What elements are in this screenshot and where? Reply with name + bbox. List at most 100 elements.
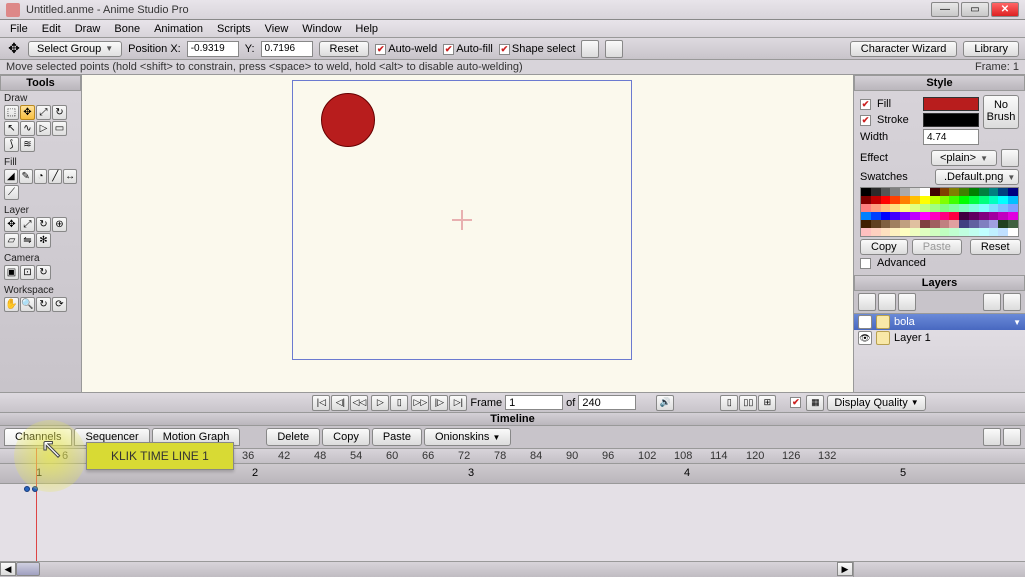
tool-rect[interactable]: ▭ bbox=[52, 121, 67, 136]
menu-scripts[interactable]: Scripts bbox=[211, 21, 257, 37]
step-back-button[interactable]: ◁| bbox=[331, 395, 349, 411]
palette-cell[interactable] bbox=[949, 204, 959, 212]
palette-cell[interactable] bbox=[940, 188, 950, 196]
layer-flip[interactable]: ⇋ bbox=[20, 233, 35, 248]
audio-button[interactable]: 🔊 bbox=[656, 395, 674, 411]
tool-freehand[interactable]: ∿ bbox=[20, 121, 35, 136]
palette-cell[interactable] bbox=[998, 228, 1008, 236]
layer-down[interactable] bbox=[1003, 293, 1021, 311]
palette-cell[interactable] bbox=[969, 212, 979, 220]
option-icon-1[interactable] bbox=[581, 40, 599, 58]
palette-cell[interactable] bbox=[969, 228, 979, 236]
palette-cell[interactable] bbox=[910, 196, 920, 204]
palette-cell[interactable] bbox=[930, 228, 940, 236]
layer-new[interactable] bbox=[858, 293, 876, 311]
timeline-copy-button[interactable]: Copy bbox=[322, 428, 370, 446]
camera-roll[interactable]: ↻ bbox=[36, 265, 51, 280]
timeline-zoom-in[interactable] bbox=[1003, 428, 1021, 446]
tool-hide[interactable]: ⟋ bbox=[4, 185, 19, 200]
timeline-ruler-frames[interactable]: 6121824303642485460667278849096102108114… bbox=[0, 448, 1025, 464]
position-y-input[interactable] bbox=[261, 41, 313, 57]
reset-button[interactable]: Reset bbox=[319, 41, 370, 57]
canvas[interactable] bbox=[82, 75, 853, 392]
menu-help[interactable]: Help bbox=[349, 21, 384, 37]
palette-cell[interactable] bbox=[989, 188, 999, 196]
style-paste-button[interactable]: Paste bbox=[912, 239, 962, 255]
palette-cell[interactable] bbox=[959, 196, 969, 204]
view-mode-1[interactable]: ▯ bbox=[720, 395, 738, 411]
tool-bucket[interactable]: ◔ bbox=[34, 169, 48, 184]
tool-shape[interactable]: ▷ bbox=[36, 121, 51, 136]
palette-cell[interactable] bbox=[871, 228, 881, 236]
layer-rotate[interactable]: ↻ bbox=[36, 217, 51, 232]
tool-eyedrop[interactable]: ✎ bbox=[19, 169, 33, 184]
shape-ball[interactable] bbox=[321, 93, 375, 147]
palette-cell[interactable] bbox=[940, 220, 950, 228]
palette-cell[interactable] bbox=[949, 196, 959, 204]
palette-cell[interactable] bbox=[979, 188, 989, 196]
palette-cell[interactable] bbox=[989, 204, 999, 212]
palette-cell[interactable] bbox=[940, 212, 950, 220]
palette-cell[interactable] bbox=[900, 196, 910, 204]
tool-line[interactable]: ╱ bbox=[48, 169, 62, 184]
palette-cell[interactable] bbox=[900, 220, 910, 228]
palette-cell[interactable] bbox=[920, 188, 930, 196]
swatches-dropdown[interactable]: .Default.png▼ bbox=[935, 169, 1019, 185]
goto-end-button[interactable]: ▷| bbox=[449, 395, 467, 411]
scroll-right-button[interactable]: ▶ bbox=[837, 562, 853, 576]
palette-cell[interactable] bbox=[900, 204, 910, 212]
camera-zoom[interactable]: ⊡ bbox=[20, 265, 35, 280]
palette-cell[interactable] bbox=[949, 188, 959, 196]
auto-weld-checkbox[interactable]: ✔ bbox=[375, 44, 386, 55]
menu-window[interactable]: Window bbox=[296, 21, 347, 37]
palette-cell[interactable] bbox=[910, 188, 920, 196]
palette-cell[interactable] bbox=[969, 220, 979, 228]
display-quality-dropdown[interactable]: Display Quality▼ bbox=[827, 395, 925, 411]
keyframe[interactable] bbox=[32, 486, 38, 492]
palette-cell[interactable] bbox=[910, 228, 920, 236]
palette-cell[interactable] bbox=[969, 204, 979, 212]
palette-cell[interactable] bbox=[910, 212, 920, 220]
ws-zoom[interactable]: 🔍 bbox=[20, 297, 35, 312]
palette-cell[interactable] bbox=[979, 212, 989, 220]
palette-cell[interactable] bbox=[900, 188, 910, 196]
layer-shear[interactable]: ▱ bbox=[4, 233, 19, 248]
palette-cell[interactable] bbox=[890, 228, 900, 236]
palette-cell[interactable] bbox=[861, 220, 871, 228]
menu-draw[interactable]: Draw bbox=[69, 21, 107, 37]
option-icon-2[interactable] bbox=[605, 40, 623, 58]
palette-cell[interactable] bbox=[881, 220, 891, 228]
palette-cell[interactable] bbox=[989, 220, 999, 228]
palette-cell[interactable] bbox=[861, 188, 871, 196]
palette-cell[interactable] bbox=[900, 228, 910, 236]
visibility-icon[interactable]: 👁 bbox=[858, 331, 872, 345]
palette-cell[interactable] bbox=[910, 220, 920, 228]
palette-cell[interactable] bbox=[959, 212, 969, 220]
play-button[interactable]: ▷ bbox=[371, 395, 389, 411]
maximize-button[interactable]: ▭ bbox=[961, 2, 989, 17]
layer-up[interactable] bbox=[983, 293, 1001, 311]
menu-bone[interactable]: Bone bbox=[108, 21, 146, 37]
keyframe[interactable] bbox=[24, 486, 30, 492]
palette-cell[interactable] bbox=[940, 196, 950, 204]
palette-cell[interactable] bbox=[998, 220, 1008, 228]
palette-cell[interactable] bbox=[998, 204, 1008, 212]
prev-frame-button[interactable]: ◁◁ bbox=[350, 395, 368, 411]
palette-cell[interactable] bbox=[969, 196, 979, 204]
palette-cell[interactable] bbox=[998, 212, 1008, 220]
palette-cell[interactable] bbox=[959, 204, 969, 212]
tab-sequencer[interactable]: Sequencer bbox=[74, 428, 149, 446]
palette-cell[interactable] bbox=[861, 212, 871, 220]
frame-input[interactable] bbox=[505, 395, 563, 410]
ws-orbit[interactable]: ⟳ bbox=[52, 297, 67, 312]
layer-particle[interactable]: ✻ bbox=[36, 233, 51, 248]
palette-cell[interactable] bbox=[900, 212, 910, 220]
stroke-width-input[interactable] bbox=[923, 129, 979, 145]
visibility-icon[interactable]: 👁 bbox=[858, 315, 872, 329]
next-frame-button[interactable]: ▷▷ bbox=[411, 395, 429, 411]
layer-del[interactable] bbox=[898, 293, 916, 311]
scroll-left-button[interactable]: ◀ bbox=[0, 562, 16, 576]
palette-cell[interactable] bbox=[890, 220, 900, 228]
playhead[interactable] bbox=[36, 448, 37, 577]
palette-cell[interactable] bbox=[1008, 204, 1018, 212]
